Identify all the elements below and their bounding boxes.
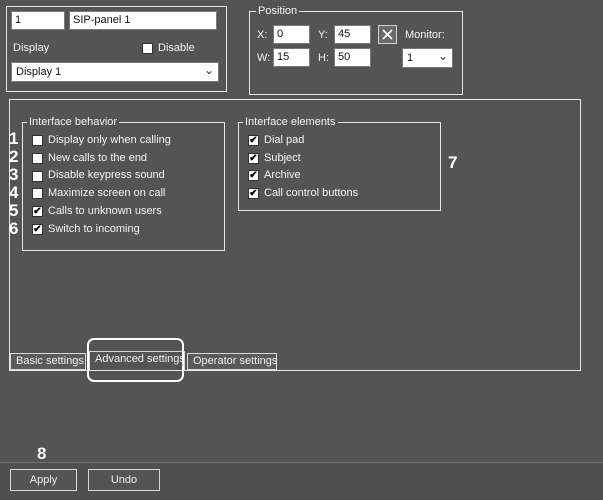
callout-1: 1: [9, 129, 19, 148]
callout-8: 8: [37, 444, 47, 463]
y-label: Y:: [318, 29, 328, 41]
subject-label: Subject: [264, 152, 301, 164]
call-control-buttons-label: Call control buttons: [264, 187, 359, 199]
maximize-screen-on-call-checkbox[interactable]: [32, 188, 43, 199]
callout-7: 7: [448, 153, 458, 172]
interface-behavior-title: Interface behavior: [27, 116, 120, 128]
position-title: Position: [256, 5, 300, 17]
calls-to-unknown-users-label: Calls to unknown users: [48, 205, 162, 217]
callout-5: 5: [9, 201, 19, 220]
new-calls-to-end-label: New calls to the end: [48, 152, 148, 164]
y-input[interactable]: 45: [334, 25, 371, 44]
monitor-select[interactable]: 1 ⌄: [402, 48, 453, 68]
display-select[interactable]: Display 1 ⌄: [11, 62, 219, 82]
highlight-frame: [87, 338, 184, 382]
w-input[interactable]: 15: [273, 48, 310, 67]
display-only-when-calling-checkbox[interactable]: [32, 135, 43, 146]
display-select-value: Display 1: [16, 66, 62, 78]
tab-basic-settings[interactable]: Basic settings: [10, 353, 86, 370]
subject-checkbox[interactable]: ✔: [248, 153, 259, 164]
name-field[interactable]: SIP-panel 1: [69, 11, 217, 30]
undo-button[interactable]: Undo: [88, 469, 160, 491]
id-field[interactable]: 1: [11, 11, 65, 30]
reset-position-button[interactable]: [378, 25, 397, 44]
x-input[interactable]: 0: [273, 25, 310, 44]
dial-pad-checkbox[interactable]: ✔: [248, 135, 259, 146]
apply-button[interactable]: Apply: [10, 469, 77, 491]
new-calls-to-end-checkbox[interactable]: [32, 153, 43, 164]
display-only-when-calling-label: Display only when calling: [48, 134, 171, 146]
archive-label: Archive: [264, 169, 301, 181]
switch-to-incoming-label: Switch to incoming: [48, 223, 140, 235]
archive-checkbox[interactable]: ✔: [248, 170, 259, 181]
disable-label: Disable: [158, 42, 195, 54]
h-label: H:: [318, 52, 329, 64]
interface-elements-title: Interface elements: [243, 116, 338, 128]
disable-keypress-sound-label: Disable keypress sound: [48, 169, 165, 181]
chevron-down-icon: ⌄: [437, 49, 448, 63]
chevron-down-icon: ⌄: [203, 63, 214, 77]
callout-6: 6: [9, 219, 19, 238]
dial-pad-label: Dial pad: [264, 134, 305, 146]
calls-to-unknown-users-checkbox[interactable]: ✔: [32, 206, 43, 217]
disable-keypress-sound-checkbox[interactable]: [32, 171, 43, 182]
call-control-buttons-checkbox[interactable]: ✔: [248, 188, 259, 199]
callout-4: 4: [9, 183, 19, 202]
h-input[interactable]: 50: [334, 48, 371, 67]
tab-operator-settings[interactable]: Operator settings: [187, 353, 277, 370]
callout-2: 2: [9, 147, 19, 166]
x-icon: [382, 29, 393, 40]
maximize-screen-on-call-label: Maximize screen on call: [48, 187, 166, 199]
monitor-label: Monitor:: [405, 29, 445, 41]
w-label: W:: [257, 52, 271, 64]
display-label: Display: [13, 42, 50, 54]
x-label: X:: [257, 29, 268, 41]
callout-3: 3: [9, 165, 19, 184]
switch-to-incoming-checkbox[interactable]: ✔: [32, 224, 43, 235]
monitor-select-value: 1: [407, 52, 414, 64]
disable-checkbox[interactable]: [142, 43, 153, 54]
